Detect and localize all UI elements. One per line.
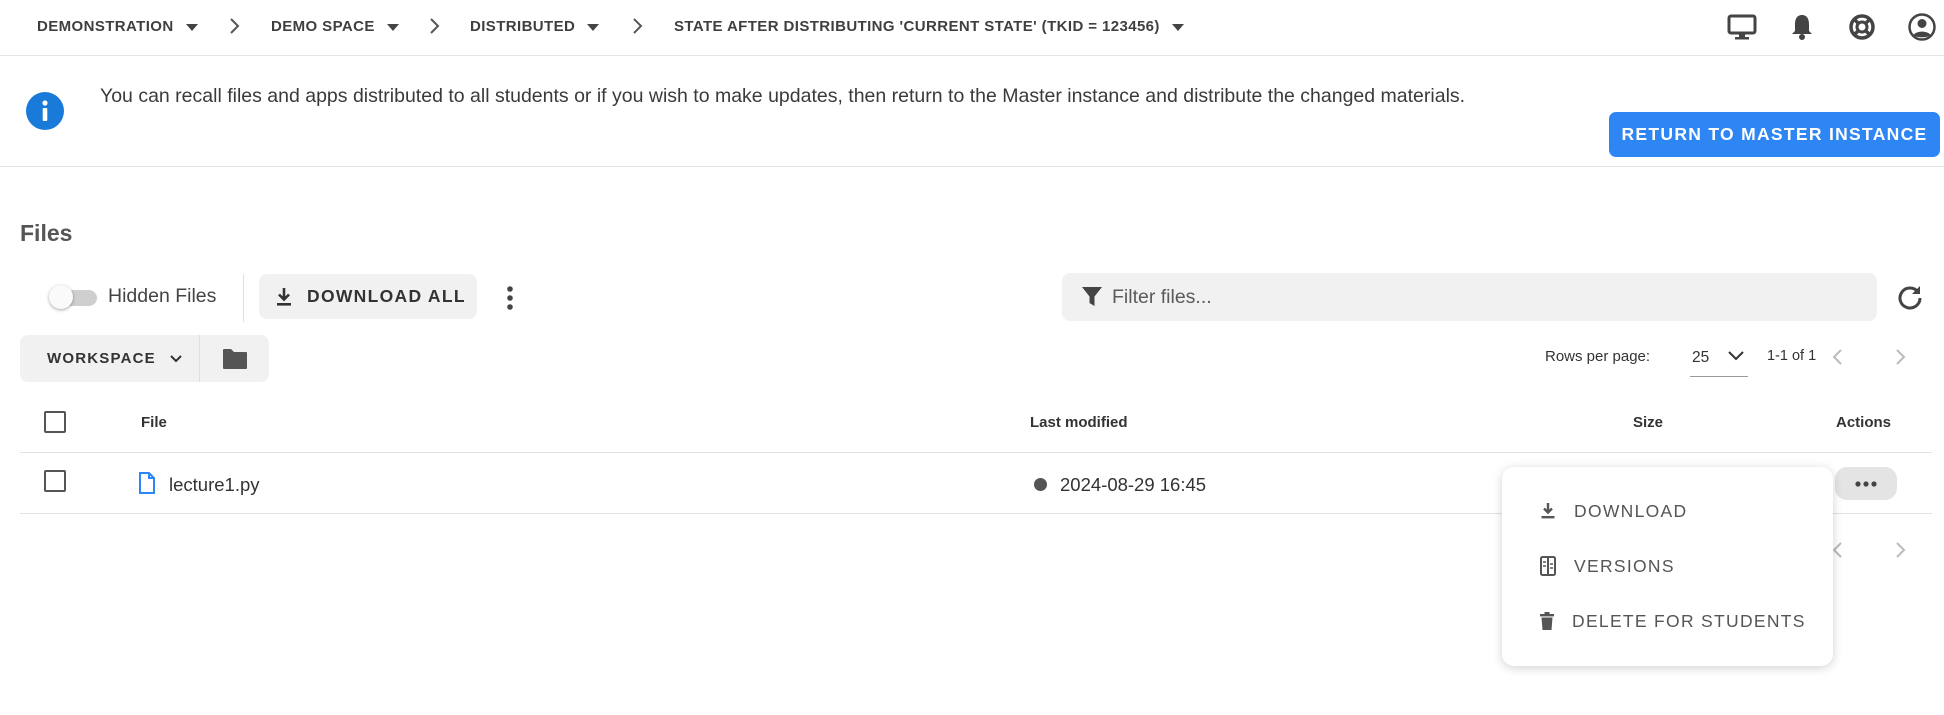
select-all-checkbox[interactable]: [44, 411, 66, 433]
breadcrumb-label: DISTRIBUTED: [470, 17, 576, 35]
workspace-dropdown[interactable]: WORKSPACE: [20, 335, 199, 382]
caret-down-icon: [587, 23, 600, 31]
toolbar-divider: [243, 274, 244, 322]
last-modified-value: 2024-08-29 16:45: [1060, 474, 1207, 495]
breadcrumb-state[interactable]: STATE AFTER DISTRIBUTING 'CURRENT STATE'…: [674, 0, 1184, 52]
account-circle-icon[interactable]: [1907, 12, 1937, 42]
download-all-button[interactable]: DOWNLOAD ALL: [259, 274, 477, 319]
menu-item-versions[interactable]: VERSIONS: [1540, 551, 1675, 581]
row-checkbox[interactable]: [44, 470, 66, 492]
chevron-down-icon: [1728, 351, 1744, 361]
breadcrumb-label: DEMONSTRATION: [37, 17, 174, 35]
rows-per-page-value: 25: [1692, 349, 1710, 366]
filter-files-input[interactable]: [1112, 285, 1812, 309]
breadcrumb-label: STATE AFTER DISTRIBUTING 'CURRENT STATE'…: [674, 17, 1160, 35]
row-actions-menu: DOWNLOAD VERSIONS DELETE FOR STUDENTS: [1502, 467, 1833, 666]
menu-item-label: DELETE FOR STUDENTS: [1572, 610, 1806, 631]
trash-icon: [1540, 612, 1554, 630]
hidden-files-label: Hidden Files: [108, 285, 217, 307]
download-icon: [277, 287, 291, 306]
more-horizontal-icon: [1855, 480, 1877, 487]
rows-per-page-select[interactable]: 25: [1690, 344, 1748, 377]
status-dot: [1034, 478, 1047, 491]
menu-item-download[interactable]: DOWNLOAD: [1540, 496, 1687, 526]
breadcrumb-demo-space[interactable]: DEMO SPACE: [271, 0, 399, 52]
monitor-icon[interactable]: [1727, 12, 1757, 42]
column-header-actions: Actions: [1836, 414, 1892, 431]
banner-message: You can recall files and apps distribute…: [100, 85, 1466, 107]
breadcrumb-distributed[interactable]: DISTRIBUTED: [470, 0, 600, 52]
column-header-file[interactable]: File: [141, 414, 167, 431]
download-icon: [1541, 503, 1555, 519]
file-icon: [139, 472, 155, 494]
folder-button[interactable]: [200, 335, 269, 382]
more-vertical-icon[interactable]: [500, 284, 520, 312]
versions-icon: [1540, 556, 1556, 576]
chevron-down-icon: [170, 354, 182, 362]
filter-files-field[interactable]: [1062, 273, 1877, 321]
breadcrumb-label: DEMO SPACE: [271, 17, 375, 35]
caret-down-icon: [185, 23, 198, 31]
caret-down-icon: [386, 23, 399, 31]
files-section-title: Files: [20, 220, 73, 246]
row-actions-button[interactable]: [1835, 467, 1897, 500]
bell-icon[interactable]: [1787, 12, 1817, 42]
caret-down-icon: [1171, 23, 1184, 31]
pagination-range: 1-1 of 1: [1767, 348, 1817, 364]
menu-item-delete-for-students[interactable]: DELETE FOR STUDENTS: [1540, 606, 1806, 636]
column-header-last-modified[interactable]: Last modified: [1030, 414, 1128, 431]
refresh-icon[interactable]: [1895, 283, 1925, 313]
menu-item-label: DOWNLOAD: [1574, 500, 1688, 521]
column-header-size[interactable]: Size: [1633, 414, 1663, 431]
prev-page-icon[interactable]: [1829, 348, 1847, 366]
folder-icon: [222, 348, 247, 369]
workspace-group: WORKSPACE: [20, 335, 269, 382]
filter-icon: [1082, 287, 1102, 306]
toggle-knob: [49, 285, 73, 309]
next-page-icon[interactable]: [1891, 541, 1909, 559]
chevron-right-icon: [633, 18, 643, 34]
hidden-files-toggle[interactable]: [49, 285, 99, 309]
lifebuoy-icon[interactable]: [1847, 12, 1877, 42]
rows-per-page-label: Rows per page:: [1545, 348, 1651, 365]
next-page-icon[interactable]: [1891, 348, 1909, 366]
table-header: File Last modified Size Actions: [20, 396, 1932, 453]
chevron-right-icon: [230, 18, 240, 34]
breadcrumb-demonstration[interactable]: DEMONSTRATION: [37, 0, 198, 52]
workspace-label: WORKSPACE: [47, 350, 156, 367]
top-navigation-bar: DEMONSTRATION DEMO SPACE DISTRIBUTED STA…: [0, 0, 1944, 56]
download-all-label: DOWNLOAD ALL: [307, 286, 466, 306]
chevron-right-icon: [430, 18, 440, 34]
menu-item-label: VERSIONS: [1574, 555, 1675, 576]
info-icon: [26, 92, 64, 130]
file-name[interactable]: lecture1.py: [169, 474, 260, 496]
return-to-master-button[interactable]: RETURN TO MASTER INSTANCE: [1609, 112, 1940, 157]
